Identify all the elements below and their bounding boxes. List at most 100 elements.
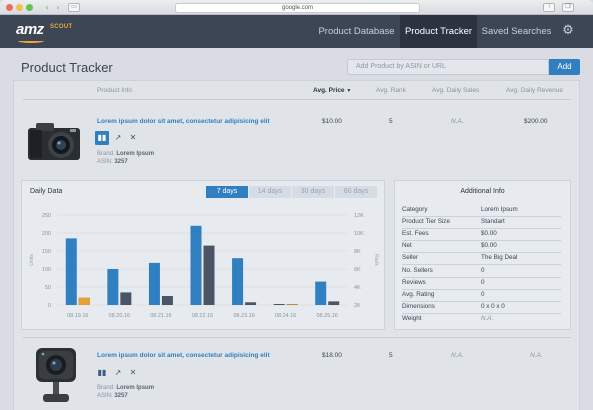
units-bar — [107, 269, 119, 305]
info-value: Lorem Ipsum — [481, 206, 518, 213]
range-60-days[interactable]: 60 days — [335, 186, 377, 198]
remove-icon[interactable]: ✕ — [126, 131, 140, 145]
minimize-window-icon[interactable] — [16, 4, 23, 11]
info-value: N.A. — [481, 314, 494, 322]
info-value: $0.00 — [481, 230, 497, 238]
info-key: Weight — [402, 314, 422, 322]
zoom-window-icon[interactable] — [26, 4, 33, 11]
y2-tick-label: 4K — [354, 285, 361, 291]
daily-data-title: Daily Data — [30, 188, 63, 195]
camera-image — [28, 123, 80, 160]
revenue-cell: N.A. — [530, 352, 543, 359]
x-tick-label: 08.21.16 — [150, 313, 171, 319]
browser-toolbar: ‹ › ▭ google.com ↑ ❐ — [0, 0, 593, 15]
row-divider — [23, 337, 571, 338]
brand-line: Brand: Lorem Ipsum — [97, 385, 154, 391]
y-tick-label: 50 — [45, 285, 51, 291]
y2-axis-label: Rank — [373, 254, 379, 266]
product-title[interactable]: Lorem ipsum dolor sit amet, consectetur … — [97, 118, 270, 125]
nav-product-database[interactable]: Product Database — [313, 15, 400, 48]
info-divider — [402, 216, 561, 217]
col-product-info[interactable]: Product Info — [97, 87, 132, 94]
x-tick-label: 08.25.16 — [317, 313, 338, 319]
price-cell: $18.00 — [322, 352, 342, 359]
add-product-input[interactable]: Add Product by ASIN or URL — [347, 59, 549, 75]
info-divider — [402, 228, 561, 230]
header-divider — [23, 99, 571, 100]
info-value: The Big Deal — [481, 254, 518, 262]
app-header: amz SCOUT Product Database Product Track… — [0, 15, 593, 48]
add-button[interactable]: Add — [549, 59, 580, 75]
y2-tick-label: 6K — [354, 267, 361, 273]
col-avg-price[interactable]: Avg. Price ▼ — [313, 87, 351, 94]
info-divider — [402, 300, 561, 302]
info-divider — [402, 312, 561, 314]
external-link-icon[interactable]: ↗ — [111, 366, 125, 380]
info-value: 0 — [481, 266, 485, 274]
logo-subtitle: SCOUT — [50, 24, 73, 30]
info-key: Est. Fees — [402, 230, 429, 238]
logo[interactable]: amz — [16, 21, 44, 38]
back-arrow-icon[interactable]: ‹ — [42, 3, 52, 12]
info-value: 0 — [481, 290, 485, 298]
x-tick-label: 08.19.16 — [67, 313, 88, 319]
sidebar-icon[interactable]: ▭ — [68, 3, 80, 12]
additional-info-title: Additional Info — [460, 188, 505, 195]
y-axis-label: Units — [29, 254, 35, 266]
col-avg-rank[interactable]: Avg. Rank — [376, 87, 406, 94]
brand-value: Lorem Ipsum — [116, 385, 155, 391]
rank-bar — [328, 301, 340, 305]
info-divider — [402, 288, 561, 290]
nav-saved-searches[interactable]: Saved Searches — [479, 15, 554, 48]
x-tick-label: 08.24.16 — [275, 313, 296, 319]
units-bar — [232, 258, 244, 305]
units-bar — [273, 304, 285, 305]
gear-icon[interactable]: ⚙ — [560, 23, 576, 39]
y-tick-label: 0 — [48, 303, 51, 309]
brand-value: Lorem Ipsum — [116, 151, 155, 157]
share-icon[interactable]: ↑ — [543, 3, 555, 12]
info-key: Product Tier Size — [402, 218, 450, 226]
brand-label: Brand: — [97, 385, 115, 391]
info-key: Seller — [402, 254, 419, 262]
col-avg-daily-revenue[interactable]: Avg. Daily Revenue — [506, 87, 563, 94]
bar-chart-icon[interactable]: ▮▮ — [95, 131, 109, 145]
webcam-image — [36, 348, 76, 402]
info-value: 0 — [481, 278, 485, 286]
asin-value: 3257 — [114, 159, 128, 165]
range-14-days[interactable]: 14 days — [249, 186, 291, 198]
brand-line: Brand: Lorem Ipsum — [97, 151, 154, 157]
info-value: 0 x 0 x 0 — [481, 302, 505, 310]
rank-bar — [161, 296, 173, 305]
rank-bar — [120, 292, 132, 305]
info-key: Reviews — [402, 278, 426, 286]
product-title[interactable]: Lorem ipsum dolor sit amet, consectetur … — [97, 352, 270, 359]
external-link-icon[interactable]: ↗ — [111, 131, 125, 145]
remove-icon[interactable]: ✕ — [126, 366, 140, 380]
y2-tick-label: 8K — [354, 249, 361, 255]
units-bar — [190, 225, 202, 305]
rank-bar — [245, 302, 257, 305]
daily-chart: 0 2K 50 4K 100 6K 150 8K 200 10K 250 12K Units Rank 08… — [29, 213, 379, 319]
rank-cell: 5 — [389, 352, 393, 359]
range-30-days[interactable]: 30 days — [292, 186, 334, 198]
nav-product-tracker[interactable]: Product Tracker — [400, 15, 477, 48]
secondary-bar — [78, 297, 90, 305]
revenue-cell: $200.00 — [524, 118, 548, 125]
asin-value: 3257 — [114, 393, 128, 399]
url-bar[interactable]: google.com — [175, 3, 420, 13]
col-avg-daily-sales[interactable]: Avg. Daily Sales — [432, 87, 479, 94]
info-key: Category — [402, 206, 428, 213]
y2-tick-label: 10K — [354, 231, 364, 237]
forward-arrow-icon[interactable]: › — [53, 3, 63, 12]
bar-chart-icon[interactable]: ▮▮ — [95, 366, 109, 380]
x-tick-label: 08.22.16 — [192, 313, 213, 319]
rank-cell: 5 — [389, 118, 393, 125]
tabs-icon[interactable]: ❐ — [562, 3, 574, 12]
y-tick-label: 200 — [42, 231, 51, 237]
range-7-days[interactable]: 7 days — [206, 186, 248, 198]
asin-label: ASIN: — [97, 393, 113, 399]
units-bar — [148, 262, 160, 305]
close-window-icon[interactable] — [6, 4, 13, 11]
asin-label: ASIN: — [97, 159, 113, 165]
